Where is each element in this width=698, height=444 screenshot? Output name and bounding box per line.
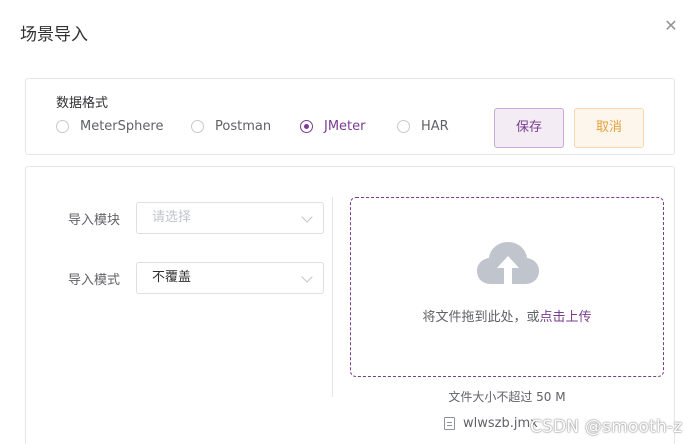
data-format-label: 数据格式 [56,96,109,111]
radio-circle[interactable] [56,119,69,133]
module-placeholder: 请选择 [152,210,192,225]
cancel-button[interactable]: 取消 [574,108,644,148]
close-icon[interactable]: ✕ [662,17,680,35]
data-format-panel: 数据格式 MeterSphere Postman JMeter HAR 保存 取… [25,78,675,155]
save-button[interactable]: 保存 [494,108,564,148]
radio-circle[interactable] [300,119,313,133]
radio-har[interactable]: HAR [397,117,449,135]
radio-label: JMeter [324,118,366,134]
module-label: 导入模块 [68,213,121,228]
radio-circle[interactable] [397,119,410,133]
radio-circle[interactable] [191,119,204,133]
radio-label: MeterSphere [80,118,164,134]
file-name: wlwszb.jmx [463,416,538,431]
mode-label: 导入模式 [68,273,121,288]
chevron-down-icon [301,211,313,223]
cloud-upload-icon [477,242,539,284]
upload-instructions: 将文件拖到此处，或点击上传 [351,306,663,325]
radio-label: HAR [421,118,449,134]
radio-label: Postman [215,118,272,134]
chevron-down-icon [301,271,313,283]
mode-select[interactable]: 不覆盖 [136,262,324,294]
document-icon [444,417,455,430]
watermark: CSDN @smooth-z [530,417,683,437]
module-select[interactable]: 请选择 [136,202,324,234]
mode-value: 不覆盖 [152,270,192,285]
upload-dropzone[interactable]: 将文件拖到此处，或点击上传 [350,197,664,377]
click-upload-link[interactable]: 点击上传 [540,310,592,325]
radio-postman[interactable]: Postman [191,117,271,135]
dialog-title: 场景导入 [20,25,88,45]
vertical-divider [332,197,333,397]
import-scenario-dialog: 场景导入 ✕ 数据格式 MeterSphere Postman JMeter H… [0,0,698,444]
radio-metersphere[interactable]: MeterSphere [56,117,163,135]
import-settings-panel: 导入模块 请选择 导入模式 不覆盖 将文件拖到此处，或点击上传 文件大小不超过 … [25,166,675,444]
uploaded-file-item[interactable]: wlwszb.jmx [444,416,538,431]
radio-jmeter[interactable]: JMeter [300,117,366,135]
file-size-tip: 文件大小不超过 50 M [448,390,566,404]
upload-text-prefix: 将文件拖到此处，或 [422,310,540,325]
